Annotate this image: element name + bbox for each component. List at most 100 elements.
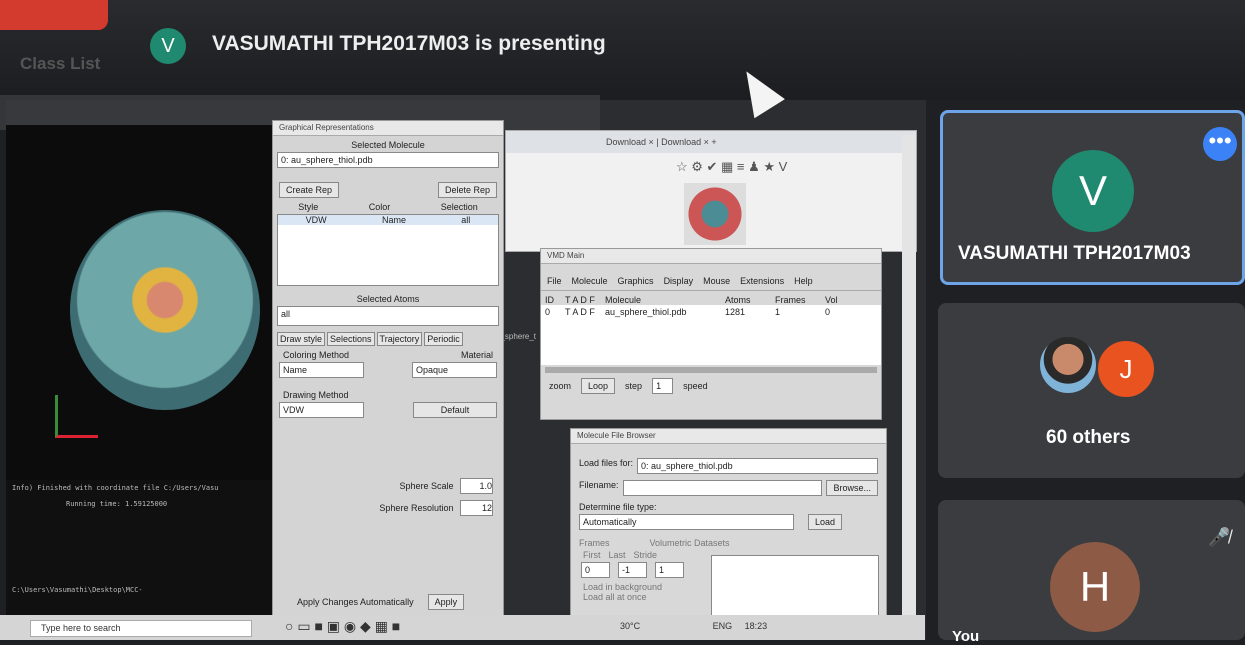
window-title: VMD Main bbox=[541, 249, 881, 264]
coloring-method-label: Coloring Method bbox=[283, 350, 350, 360]
browser-tabs[interactable]: Download × | Download × + bbox=[506, 131, 916, 153]
system-tray[interactable]: 30°C ENG 18:23 bbox=[620, 621, 767, 631]
window-title: Molecule File Browser bbox=[571, 429, 886, 444]
col-style: Style bbox=[298, 202, 319, 212]
loop-select[interactable]: Loop bbox=[581, 378, 616, 394]
filetype-label: Determine file type: bbox=[579, 502, 657, 512]
cell-id: 0 bbox=[545, 307, 551, 317]
material-select[interactable]: Opaque bbox=[412, 362, 497, 378]
tab-draw-style[interactable]: Draw style bbox=[277, 332, 326, 346]
load-button[interactable]: Load bbox=[808, 514, 843, 530]
first-label: First bbox=[583, 550, 601, 560]
menu-extensions[interactable]: Extensions bbox=[740, 276, 784, 286]
rep-row[interactable]: VDW Name all bbox=[278, 215, 498, 225]
selected-molecule-label: Selected Molecule bbox=[351, 140, 425, 150]
drawing-method-select[interactable]: VDW bbox=[279, 402, 364, 418]
coloring-method-select[interactable]: Name bbox=[279, 362, 364, 378]
menu-graphics[interactable]: Graphics bbox=[618, 276, 654, 286]
volumetric-list[interactable] bbox=[711, 555, 879, 623]
molecule-thumbnail bbox=[684, 183, 746, 245]
menu-help[interactable]: Help bbox=[794, 276, 813, 286]
class-list-tab[interactable]: Class List bbox=[20, 54, 100, 74]
participant-tile-others[interactable] bbox=[938, 303, 1245, 478]
molecule-list-area[interactable] bbox=[541, 319, 881, 365]
zoom-checkbox[interactable]: zoom bbox=[549, 381, 571, 391]
menu-display[interactable]: Display bbox=[664, 276, 694, 286]
menu-molecule[interactable]: Molecule bbox=[572, 276, 608, 286]
browser-window[interactable]: Download × | Download × + ☆ ⚙ ✔ ▦ ≡ ♟ ★ … bbox=[505, 130, 917, 252]
filetype-select[interactable]: Automatically bbox=[579, 514, 794, 530]
axes-icon bbox=[55, 395, 98, 438]
volumetric-label: Volumetric Datasets bbox=[649, 538, 730, 548]
frame-slider[interactable] bbox=[545, 367, 877, 373]
molecule-file-browser[interactable]: Molecule File Browser Load files for: 0:… bbox=[570, 428, 887, 630]
menu-mouse[interactable]: Mouse bbox=[703, 276, 730, 286]
console-line: Info) Finished with coordinate file C:/U… bbox=[12, 484, 219, 492]
stride-input[interactable]: 1 bbox=[655, 562, 684, 578]
sphere-resolution-input[interactable]: 12 bbox=[460, 500, 493, 516]
temperature: 30°C bbox=[620, 621, 641, 631]
load-for-select[interactable]: 0: au_sphere_thiol.pdb bbox=[637, 458, 878, 474]
create-rep-button[interactable]: Create Rep bbox=[279, 182, 340, 198]
frames-label: Frames bbox=[579, 538, 610, 548]
col-vol: Vol bbox=[825, 295, 838, 305]
presenting-text: VASUMATHI TPH2017M03 is presenting bbox=[212, 32, 606, 55]
step-input[interactable]: 1 bbox=[652, 378, 674, 394]
tab-selections[interactable]: Selections bbox=[327, 332, 375, 346]
participant-avatar: J bbox=[1096, 339, 1156, 399]
participant-name: VASUMATHI TPH2017M03 bbox=[958, 243, 1191, 264]
more-options-icon[interactable]: ••• bbox=[1203, 127, 1237, 161]
taskbar-app-icons[interactable]: ○ ▭ ■ ▣ ◉ ◆ ▦ ■ bbox=[285, 618, 400, 635]
col-atoms: Atoms bbox=[725, 295, 751, 305]
browser-tab-strip[interactable]: Download × | Download × + bbox=[506, 131, 916, 153]
molecule-row[interactable]: 0 T A D F au_sphere_thiol.pdb 1281 1 0 bbox=[541, 305, 881, 319]
sphere-scale-label: Sphere Scale bbox=[399, 481, 454, 491]
console-line: C:\Users\Vasumathi\Desktop\MCC- bbox=[12, 586, 143, 594]
cell-tadf: T A D F bbox=[565, 307, 595, 317]
menu-file[interactable]: File bbox=[547, 276, 562, 286]
vmd-main-window[interactable]: VMD Main File Molecule Graphics Display … bbox=[540, 248, 882, 420]
graphical-representations-window[interactable]: Graphical Representations Selected Molec… bbox=[272, 120, 504, 617]
col-selection: Selection bbox=[440, 202, 478, 212]
console-line: Running time: 1.59125000 bbox=[66, 500, 168, 508]
drawing-method-label: Drawing Method bbox=[283, 390, 349, 400]
last-input[interactable]: -1 bbox=[618, 562, 647, 578]
presenter-avatar: V bbox=[150, 28, 186, 64]
taskbar-search[interactable]: Type here to search bbox=[30, 620, 252, 637]
sphere-scale-input[interactable]: 1.0 bbox=[460, 478, 493, 494]
col-color: Color bbox=[368, 202, 391, 212]
speed-label: speed bbox=[683, 381, 708, 391]
filename-input[interactable] bbox=[622, 480, 823, 496]
sphere-resolution-label: Sphere Resolution bbox=[379, 503, 454, 513]
delete-rep-button[interactable]: Delete Rep bbox=[437, 182, 497, 198]
selected-atoms-label: Selected Atoms bbox=[356, 294, 420, 304]
cell-molecule: au_sphere_thiol.pdb bbox=[605, 307, 687, 317]
first-input[interactable]: 0 bbox=[581, 562, 610, 578]
participant-avatar: H bbox=[1050, 542, 1140, 632]
col-id: ID bbox=[545, 295, 554, 305]
presenting-banner bbox=[0, 0, 1245, 100]
rep-selection: all bbox=[461, 215, 471, 225]
col-tadf: T A D F bbox=[565, 295, 595, 305]
browser-toolbar-icons[interactable]: ☆ ⚙ ✔ ▦ ≡ ♟ ★ V bbox=[676, 159, 787, 175]
apply-button[interactable]: Apply bbox=[427, 594, 465, 610]
browse-button[interactable]: Browse... bbox=[826, 480, 878, 496]
vmd-console: Info) Finished with coordinate file C:/U… bbox=[6, 480, 306, 620]
participant-avatar: V bbox=[1052, 150, 1134, 232]
window-title: Graphical Representations bbox=[273, 121, 503, 136]
apply-auto-checkbox[interactable]: Apply Changes Automatically bbox=[297, 597, 414, 607]
reps-list[interactable]: VDW Name all bbox=[277, 214, 499, 286]
cell-frames: 1 bbox=[775, 307, 781, 317]
default-button[interactable]: Default bbox=[413, 402, 497, 418]
tab-trajectory[interactable]: Trajectory bbox=[376, 332, 423, 346]
step-label: step bbox=[625, 381, 643, 391]
scrollbar[interactable] bbox=[902, 135, 916, 615]
clock: 18:23 bbox=[744, 621, 768, 631]
selected-molecule-select[interactable]: 0: au_sphere_thiol.pdb bbox=[277, 152, 499, 168]
recording-badge bbox=[0, 0, 108, 30]
tab-periodic[interactable]: Periodic bbox=[424, 332, 463, 346]
selected-atoms-input[interactable]: all bbox=[277, 306, 499, 326]
molecule-render bbox=[70, 210, 260, 410]
windows-taskbar: Type here to search ○ ▭ ■ ▣ ◉ ◆ ▦ ■ 30°C… bbox=[0, 615, 925, 640]
cell-atoms: 1281 bbox=[725, 307, 746, 317]
